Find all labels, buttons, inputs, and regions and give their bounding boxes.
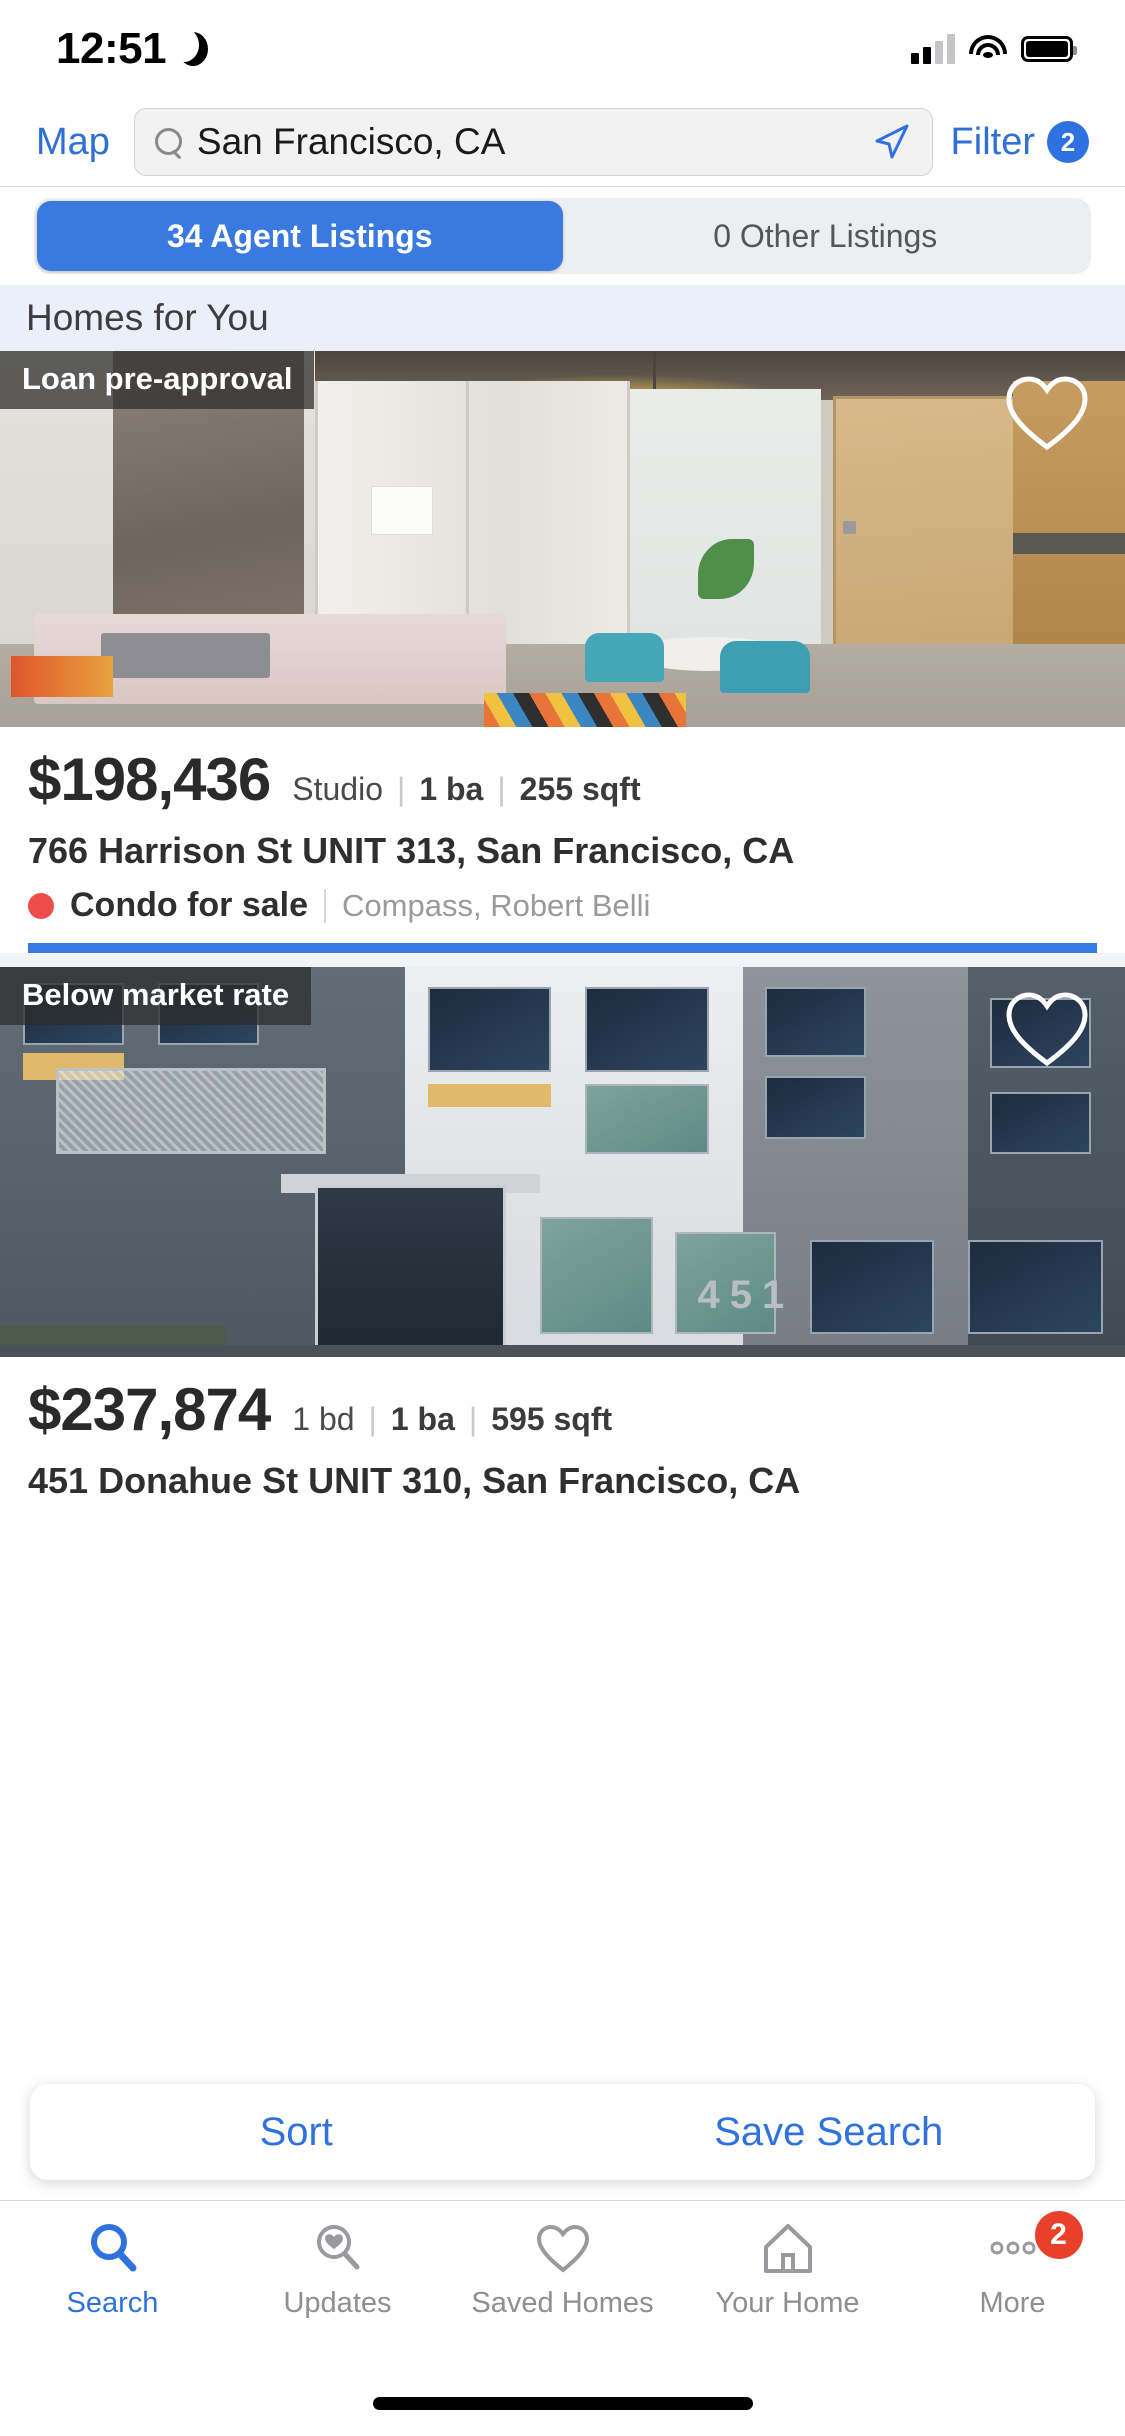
tab-more[interactable]: 2 More — [900, 2211, 1125, 2320]
tab-bar: Search Updates Saved Homes Your Home 2 M… — [0, 2200, 1125, 2370]
more-badge: 2 — [1034, 2211, 1083, 2259]
listing-baths: 1 ba — [390, 1401, 455, 1437]
tab-saved-homes-label: Saved Homes — [471, 2287, 654, 2319]
tab-search-label: Search — [66, 2287, 159, 2319]
listing-facts: 1 bd | 1 ba | 595 sqft — [292, 1401, 612, 1438]
fact-separator: | — [497, 771, 506, 807]
listing-baths: 1 ba — [419, 771, 484, 807]
favorite-button[interactable] — [1003, 989, 1091, 1074]
listing-price: $237,874 — [28, 1376, 271, 1443]
status-dot-icon — [28, 892, 54, 919]
listing-photo[interactable]: 451 Below market rate — [0, 967, 1125, 1357]
save-search-button[interactable]: Save Search — [563, 2110, 1096, 2155]
status-bar-left: 12:51 — [56, 24, 209, 74]
tab-updates-label: Updates — [283, 2287, 392, 2319]
listing-status-row: Condo for sale Compass, Robert Belli — [28, 886, 1097, 925]
tab-your-home-label: Your Home — [715, 2287, 860, 2319]
tab-agent-listings[interactable]: 34 Agent Listings — [37, 201, 563, 271]
status-separator — [324, 888, 327, 923]
listing-details: $198,436 Studio | 1 ba | 255 sqft 766 Ha… — [0, 727, 1125, 953]
search-input-value: San Francisco, CA — [196, 121, 506, 162]
tab-search[interactable]: Search — [0, 2219, 225, 2320]
search-header: Map San Francisco, CA Filter 2 — [0, 98, 1125, 186]
listing-details: $237,874 1 bd | 1 ba | 595 sqft 451 Dona… — [0, 1357, 1125, 1502]
updates-heart-search-icon — [309, 2219, 367, 2277]
home-indicator — [0, 2370, 1125, 2436]
listing-list[interactable]: Loan pre-approval $198,436 Studio | 1 ba… — [0, 351, 1125, 2200]
listing-status: Condo for sale — [70, 886, 309, 924]
listing-beds: Studio — [292, 771, 383, 807]
heart-icon — [534, 2219, 592, 2277]
filter-button[interactable]: Filter 2 — [951, 121, 1095, 164]
wifi-icon — [969, 35, 1007, 63]
building-number: 451 — [697, 1273, 795, 1317]
listing-sqft: 595 sqft — [491, 1401, 613, 1437]
listing-price: $198,436 — [28, 746, 271, 813]
search-icon — [154, 128, 183, 156]
listing-photo-artwork: 451 — [0, 967, 1125, 1357]
listing-price-row: $198,436 Studio | 1 ba | 255 sqft — [28, 745, 1097, 814]
listing-type-toggle: 34 Agent Listings 0 Other Listings — [34, 198, 1091, 274]
tab-your-home[interactable]: Your Home — [675, 2219, 900, 2320]
favorite-button[interactable] — [1003, 373, 1091, 458]
map-button[interactable]: Map — [30, 117, 116, 168]
tab-more-label: More — [979, 2287, 1046, 2319]
cellular-signal-icon — [911, 34, 955, 64]
house-icon — [759, 2219, 817, 2277]
listing-gap — [0, 953, 1125, 967]
app-screen: 12:51 Map San Francisco, CA Filter 2 34 … — [0, 0, 1125, 2436]
search-icon — [84, 2219, 142, 2277]
tab-updates[interactable]: Updates — [225, 2219, 450, 2320]
search-input[interactable]: San Francisco, CA — [133, 108, 933, 176]
listing-sqft: 255 sqft — [519, 771, 641, 807]
listing-broker: Compass, Robert Belli — [342, 887, 651, 923]
listing-type-toggle-wrap: 34 Agent Listings 0 Other Listings — [0, 187, 1125, 285]
listing-badge: Loan pre-approval — [0, 351, 315, 409]
listing-card[interactable]: 451 Below market rate $237,874 1 bd | 1 … — [0, 967, 1125, 1502]
tab-saved-homes[interactable]: Saved Homes — [450, 2219, 675, 2320]
listing-photo[interactable]: Loan pre-approval — [0, 351, 1125, 727]
ellipsis-icon — [984, 2219, 1042, 2277]
fact-separator: | — [397, 771, 406, 807]
filter-count-badge: 2 — [1047, 121, 1089, 163]
moon-icon — [169, 28, 209, 66]
listing-address: 766 Harrison St UNIT 313, San Francisco,… — [28, 830, 795, 871]
status-bar: 12:51 — [0, 0, 1125, 98]
listing-facts: Studio | 1 ba | 255 sqft — [292, 771, 640, 808]
listing-beds: 1 bd — [292, 1401, 355, 1437]
floating-action-bar: Sort Save Search — [30, 2084, 1095, 2180]
listing-address: 451 Donahue St UNIT 310, San Francisco, … — [28, 1460, 801, 1501]
battery-icon — [1021, 36, 1077, 62]
fact-separator: | — [368, 1401, 377, 1437]
sort-button[interactable]: Sort — [30, 2110, 563, 2155]
listing-accent-rule — [28, 943, 1097, 953]
current-location-icon[interactable] — [868, 120, 912, 164]
fact-separator: | — [468, 1401, 478, 1437]
listing-price-row: $237,874 1 bd | 1 ba | 595 sqft — [28, 1375, 1097, 1444]
section-header-homes-for-you: Homes for You — [0, 285, 1125, 351]
tab-other-listings[interactable]: 0 Other Listings — [563, 201, 1089, 271]
filter-label: Filter — [950, 120, 1035, 163]
listing-badge: Below market rate — [0, 967, 312, 1025]
status-bar-clock: 12:51 — [56, 24, 167, 73]
status-bar-right — [911, 34, 1077, 64]
listing-card[interactable]: Loan pre-approval $198,436 Studio | 1 ba… — [0, 351, 1125, 953]
